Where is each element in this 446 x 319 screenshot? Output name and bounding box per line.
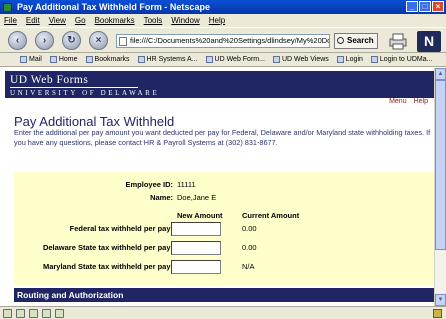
search-button[interactable]: Search — [334, 33, 378, 49]
menu-window[interactable]: Window — [171, 16, 199, 25]
component-bar-mail-icon[interactable] — [16, 308, 25, 318]
bookmark-label: Login to UDMa... — [379, 56, 433, 63]
scroll-down-arrow-icon[interactable]: ▼ — [435, 294, 446, 306]
netscape-logo-icon: N — [417, 31, 441, 52]
reload-icon[interactable]: ↻ — [62, 31, 81, 50]
tax-form-panel: Employee ID: 11111 Name: Doe,Jane E New … — [14, 172, 434, 286]
component-bar-navigator-icon[interactable] — [3, 308, 12, 318]
bookmark-label: Login — [345, 56, 363, 63]
name-label: Name: — [150, 193, 173, 202]
maximize-icon[interactable]: □ — [419, 1, 431, 12]
instructions-text: Enter the additional per pay amount you … — [14, 128, 431, 147]
menu-file[interactable]: File — [4, 16, 17, 25]
bookmark-folder-icon — [85, 56, 93, 63]
menu-view[interactable]: View — [49, 16, 66, 25]
page-title: Pay Additional Tax Withheld — [14, 114, 175, 129]
menu-help[interactable]: Help — [209, 16, 225, 25]
bookmark-icon — [272, 56, 280, 63]
new-amount-header: New Amount — [177, 211, 223, 220]
top-links: Menu Help — [389, 98, 428, 105]
federal-tax-label: Federal tax withheld per pay: — [69, 224, 173, 233]
bookmark-ud-web-forms[interactable]: UD Web Form... — [205, 56, 265, 63]
bookmark-login-udma[interactable]: Login to UDMa... — [370, 56, 433, 63]
federal-tax-input[interactable] — [171, 222, 221, 236]
bookmark-icon — [137, 56, 145, 63]
component-bar-address-icon[interactable] — [55, 308, 64, 318]
bookmark-label: HR Systems A... — [146, 56, 198, 63]
scroll-up-arrow-icon[interactable]: ▲ — [435, 68, 446, 80]
window-title: Pay Additional Tax Withheld Form - Netsc… — [17, 2, 210, 12]
help-link[interactable]: Help — [414, 98, 428, 105]
maryland-tax-current: N/A — [242, 262, 255, 271]
bookmark-login[interactable]: Login — [336, 56, 363, 63]
back-arrow-icon[interactable]: ‹ — [8, 31, 27, 50]
banner-subtitle: UNIVERSITY OF DELAWARE — [10, 89, 160, 97]
window-titlebar: Pay Additional Tax Withheld Form - Netsc… — [0, 0, 446, 14]
bookmark-label: UD Web Form... — [214, 56, 265, 63]
menu-edit[interactable]: Edit — [26, 16, 40, 25]
menu-link[interactable]: Menu — [389, 98, 407, 105]
bookmark-bookmarks[interactable]: Bookmarks — [85, 56, 130, 63]
bookmark-label: Home — [58, 56, 78, 63]
menu-tools[interactable]: Tools — [144, 16, 163, 25]
employee-id-value: 11111 — [177, 180, 196, 189]
status-bar — [0, 306, 446, 319]
banner-title: UD Web Forms — [10, 74, 89, 86]
security-lock-icon[interactable] — [433, 309, 442, 318]
federal-tax-current: 0.00 — [242, 224, 257, 233]
bookmark-icon — [370, 56, 378, 63]
forward-arrow-icon[interactable]: › — [35, 31, 54, 50]
bookmark-label: Mail — [29, 56, 42, 63]
bookmark-icon — [205, 56, 213, 63]
stop-icon[interactable]: × — [89, 31, 108, 50]
menu-go[interactable]: Go — [75, 16, 86, 25]
delaware-tax-input[interactable] — [171, 241, 221, 255]
routing-section-header: Routing and Authorization — [14, 288, 434, 302]
bookmarks-bar: Mail Home Bookmarks HR Systems A... UD W… — [0, 53, 446, 67]
ud-web-forms-banner: UD Web Forms UNIVERSITY OF DELAWARE — [5, 71, 434, 98]
search-icon — [337, 37, 344, 44]
bookmark-icon — [336, 56, 344, 63]
current-amount-header: Current Amount — [242, 211, 300, 220]
close-icon[interactable]: × — [432, 1, 444, 12]
bookmark-hr-systems[interactable]: HR Systems A... — [137, 56, 198, 63]
menu-bookmarks[interactable]: Bookmarks — [95, 16, 135, 25]
bookmark-label: UD Web Views — [281, 56, 329, 63]
name-value: Doe,Jane E — [177, 193, 217, 202]
maryland-tax-input[interactable] — [171, 260, 221, 274]
component-bar-composer-icon[interactable] — [42, 308, 51, 318]
home-icon — [49, 56, 57, 63]
url-field[interactable]: file:///C:/Documents%20and%20Settings/dl… — [116, 34, 330, 48]
employee-id-label: Employee ID: — [125, 180, 173, 189]
bookmark-label: Bookmarks — [94, 56, 130, 63]
minimize-icon[interactable]: _ — [406, 1, 418, 12]
page-icon — [119, 37, 127, 46]
url-text: file:///C:/Documents%20and%20Settings/dl… — [130, 36, 330, 45]
print-icon[interactable] — [388, 32, 410, 50]
search-label: Search — [347, 36, 374, 45]
vertical-scrollbar[interactable]: ▲ ▼ — [434, 68, 446, 306]
netscape-app-icon — [3, 2, 12, 12]
menu-bar: File Edit View Go Bookmarks Tools Window… — [0, 14, 446, 27]
banner-rule — [10, 87, 138, 88]
scroll-thumb[interactable] — [435, 80, 446, 250]
bookmark-mail[interactable]: Mail — [20, 56, 42, 63]
page-content: UD Web Forms UNIVERSITY OF DELAWARE Menu… — [0, 68, 446, 306]
navigation-toolbar: ‹ › ↻ × file:///C:/Documents%20and%20Set… — [0, 27, 446, 53]
bookmark-ud-web-views[interactable]: UD Web Views — [272, 56, 329, 63]
maryland-tax-label: Maryland State tax withheld per pay: — [42, 262, 173, 271]
mail-icon — [20, 56, 27, 63]
delaware-tax-label: Delaware State tax withheld per pay: — [42, 243, 173, 252]
bookmark-home[interactable]: Home — [49, 56, 78, 63]
delaware-tax-current: 0.00 — [242, 243, 257, 252]
component-bar-im-icon[interactable] — [29, 308, 38, 318]
